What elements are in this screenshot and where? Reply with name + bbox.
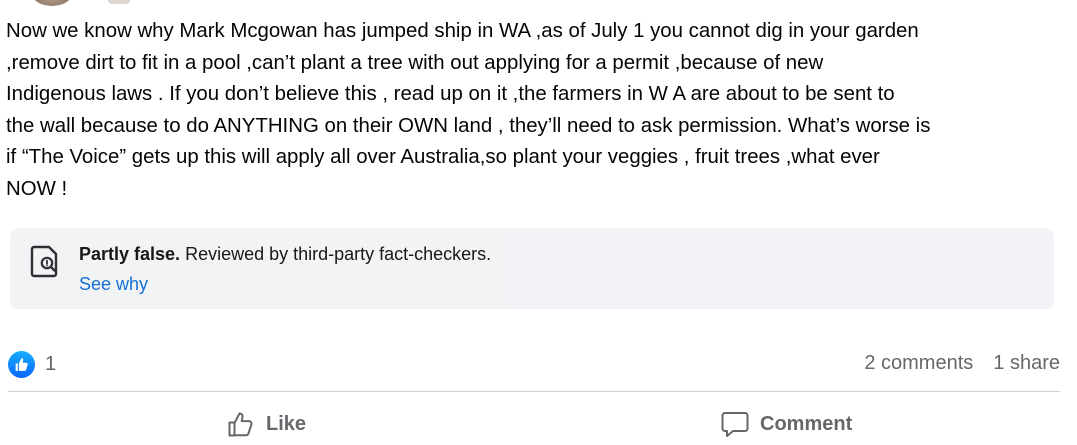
reactions-summary[interactable]: 1 bbox=[8, 350, 56, 378]
fact-check-description: Reviewed by third-party fact-checkers. bbox=[180, 244, 492, 264]
fact-check-document-icon bbox=[30, 245, 58, 278]
like-button-label: Like bbox=[266, 412, 307, 435]
comment-bubble-icon bbox=[721, 412, 749, 437]
like-reaction-icon bbox=[8, 350, 35, 378]
comment-button-label: Comment bbox=[760, 412, 853, 435]
divider bbox=[8, 391, 1060, 392]
engagement-stats: 2 comments 1 share bbox=[864, 352, 1060, 375]
avatar[interactable] bbox=[30, 0, 74, 6]
fact-check-summary: Partly false. Reviewed by third-party fa… bbox=[79, 243, 491, 265]
fact-check-banner: Partly false. Reviewed by third-party fa… bbox=[10, 228, 1054, 309]
like-button[interactable]: Like bbox=[226, 404, 306, 444]
post-text: Now we know why Mark Mcgowan has jumped … bbox=[6, 20, 931, 200]
fact-check-rating: Partly false. bbox=[79, 244, 181, 264]
thumbs-up-icon bbox=[228, 412, 253, 437]
comment-button[interactable]: Comment bbox=[720, 404, 852, 444]
see-why-link[interactable]: See why bbox=[79, 273, 148, 295]
comments-count-link[interactable]: 2 comments bbox=[864, 352, 973, 375]
shares-count-link[interactable]: 1 share bbox=[993, 352, 1060, 375]
author-name-partial[interactable] bbox=[108, 0, 130, 4]
reaction-count: 1 bbox=[45, 352, 57, 375]
